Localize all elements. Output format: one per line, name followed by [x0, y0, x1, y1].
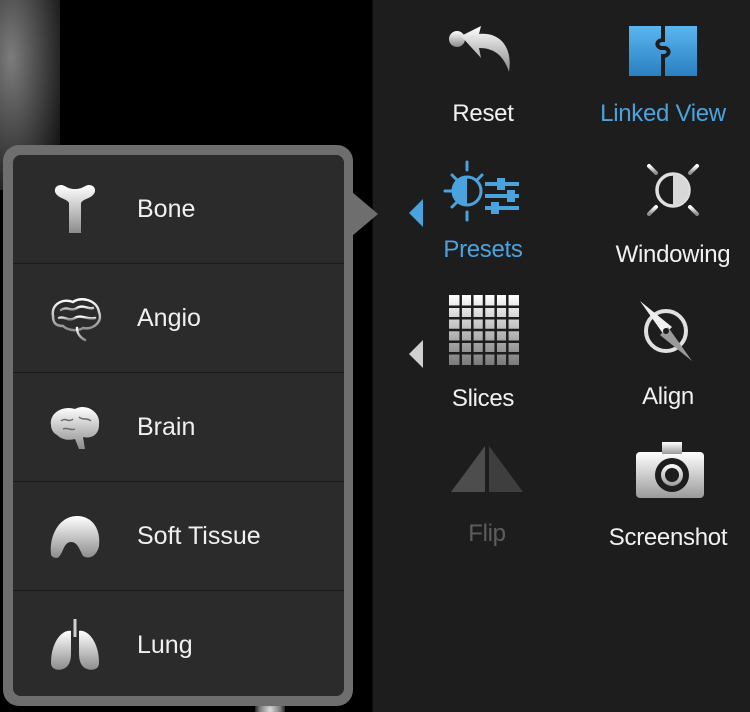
presets-button[interactable]: Presets [393, 158, 573, 264]
presets-label: Presets [443, 236, 523, 263]
soft-tissue-icon [50, 516, 100, 558]
flip-label: Flip [468, 520, 506, 547]
presets-popup: Bone Angio Brain Soft Tissue Lung [3, 145, 353, 706]
windowing-button[interactable]: Windowing [583, 155, 750, 269]
flip-button[interactable]: Flip [397, 440, 577, 548]
align-button[interactable]: Align [578, 295, 750, 411]
windowing-label: Windowing [615, 241, 731, 268]
preset-soft-tissue[interactable]: Soft Tissue [13, 482, 344, 590]
preset-label: Lung [137, 631, 193, 659]
linked-view-icon [629, 26, 697, 76]
preset-label: Angio [137, 304, 201, 332]
presets-icon [443, 160, 519, 222]
camera-icon [636, 442, 704, 498]
preset-angio[interactable]: Angio [13, 264, 344, 372]
linked-view-label: Linked View [600, 100, 726, 127]
tool-panel: Reset Linked View Presets Windowing Slic… [372, 0, 750, 712]
presets-list: Bone Angio Brain Soft Tissue Lung [13, 155, 344, 696]
windowing-icon [637, 155, 709, 225]
align-icon [640, 301, 692, 361]
preset-label: Soft Tissue [137, 522, 261, 550]
reset-button[interactable]: Reset [393, 18, 573, 128]
linked-view-button[interactable]: Linked View [573, 18, 750, 128]
reset-icon [449, 26, 510, 72]
preset-lung[interactable]: Lung [13, 591, 344, 696]
preset-label: Brain [137, 413, 196, 441]
flip-icon [451, 446, 523, 492]
slices-icon [449, 295, 519, 365]
preset-bone[interactable]: Bone [13, 155, 344, 263]
reset-label: Reset [452, 100, 514, 127]
align-label: Align [642, 383, 694, 410]
angio-icon [51, 298, 102, 342]
bone-icon [54, 185, 96, 233]
popup-pointer [352, 192, 378, 236]
slices-button[interactable]: Slices [393, 295, 573, 413]
brain-icon [50, 406, 100, 449]
screenshot-button[interactable]: Screenshot [578, 440, 750, 552]
lung-icon [51, 619, 99, 670]
slices-label: Slices [451, 385, 515, 412]
preset-brain[interactable]: Brain [13, 373, 344, 481]
preset-label: Bone [137, 195, 196, 223]
screenshot-label: Screenshot [608, 524, 728, 551]
